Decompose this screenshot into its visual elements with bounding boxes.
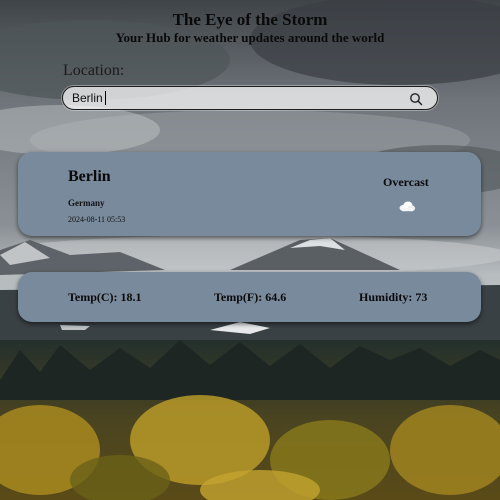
header: The Eye of the Storm Your Hub for weathe… [0,10,500,46]
weather-condition: Overcast [383,175,429,189]
location-label: Location: [63,62,125,79]
country-name: Germany [68,198,105,208]
weather-card: Berlin Germany 2024-08-11 05:53 Overcast [18,152,481,236]
temp-fahrenheit: Temp(F): 64.6 [214,290,287,304]
text-caret [105,91,106,105]
app-title: The Eye of the Storm [172,10,328,29]
search-bar [62,86,438,110]
cloud-icon [399,201,416,212]
location-search-input[interactable] [72,89,392,107]
humidity: Humidity: 73 [359,290,428,304]
local-datetime: 2024-08-11 05:53 [68,215,126,224]
temp-celsius: Temp(C): 18.1 [68,290,142,304]
app-subtitle: Your Hub for weather updates around the … [115,30,385,45]
stats-card: Temp(C): 18.1 Temp(F): 64.6 Humidity: 73 [18,272,481,322]
search-icon [410,93,423,106]
search-button[interactable] [409,91,423,106]
city-name: Berlin [68,168,111,185]
